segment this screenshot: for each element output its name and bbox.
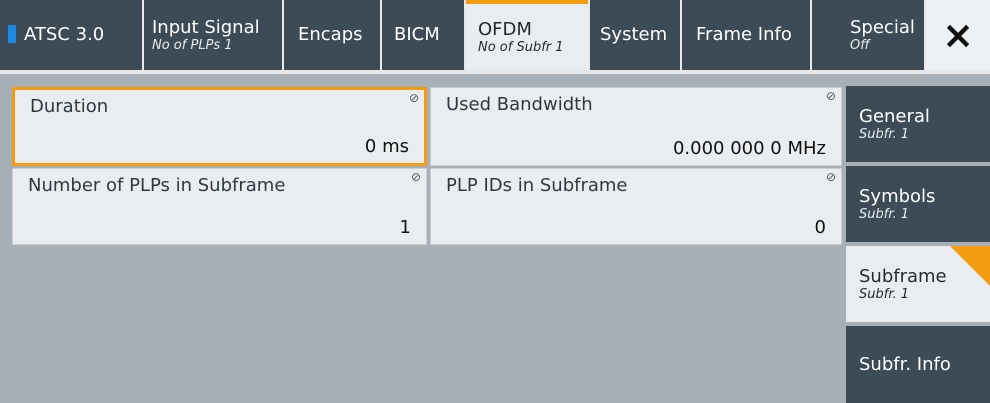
menu-subfr-info-label: Subfr. Info bbox=[859, 354, 951, 375]
menu-symbols-label: Symbols bbox=[859, 185, 936, 207]
duration-field[interactable]: Duration ⊘ 0 ms bbox=[12, 87, 427, 166]
used-bandwidth-value: 0.000 000 0 MHz bbox=[672, 138, 826, 159]
tab-encaps-label: Encaps bbox=[298, 24, 363, 45]
used-bandwidth-field[interactable]: Used Bandwidth ⊘ 0.000 000 0 MHz bbox=[430, 87, 842, 166]
readonly-icon: ⊘ bbox=[825, 89, 836, 103]
status-marker-icon bbox=[8, 25, 16, 43]
menu-symbols-sub: Subfr. 1 bbox=[859, 206, 910, 222]
readonly-icon: ⊘ bbox=[408, 91, 419, 105]
menu-symbols[interactable]: Symbols Subfr. 1 bbox=[846, 166, 990, 242]
tab-ofdm[interactable]: OFDM No of Subfr 1 bbox=[466, 0, 588, 70]
tab-ofdm-label: OFDM bbox=[478, 18, 532, 40]
num-plps-field[interactable]: Number of PLPs in Subframe ⊘ 1 bbox=[12, 168, 427, 245]
tab-input-signal-label: Input Signal bbox=[152, 16, 260, 38]
menu-subframe[interactable]: Subframe Subfr. 1 bbox=[846, 246, 990, 322]
tab-special-label: Special bbox=[850, 16, 915, 38]
tab-frame-info-label: Frame Info bbox=[696, 24, 792, 45]
duration-value: 0 ms bbox=[364, 136, 409, 157]
menu-subframe-sub: Subfr. 1 bbox=[859, 286, 910, 302]
tab-special[interactable]: Special Off bbox=[812, 0, 924, 70]
close-button[interactable]: × bbox=[926, 0, 990, 70]
menu-subfr-info[interactable]: Subfr. Info bbox=[846, 326, 990, 403]
duration-label: Duration bbox=[30, 96, 109, 117]
tab-bicm[interactable]: BICM bbox=[382, 0, 464, 70]
readonly-icon: ⊘ bbox=[410, 170, 421, 184]
tab-bicm-label: BICM bbox=[394, 24, 440, 45]
tab-encaps[interactable]: Encaps bbox=[284, 0, 380, 70]
menu-general-label: General bbox=[859, 105, 930, 127]
selected-corner-icon bbox=[950, 246, 990, 286]
tab-system-label: System bbox=[600, 24, 668, 45]
tab-ofdm-sub: No of Subfr 1 bbox=[478, 39, 564, 55]
tab-special-sub: Off bbox=[850, 37, 870, 53]
plp-ids-value: 0 bbox=[814, 217, 826, 238]
tab-system[interactable]: System bbox=[590, 0, 680, 70]
plp-ids-label: PLP IDs in Subframe bbox=[446, 175, 628, 196]
tab-atsc30[interactable]: ATSC 3.0 bbox=[0, 0, 142, 70]
tab-atsc30-label-row: ATSC 3.0 bbox=[8, 25, 134, 45]
tab-frame-info[interactable]: Frame Info bbox=[682, 0, 810, 70]
close-icon: × bbox=[942, 13, 974, 57]
num-plps-value: 1 bbox=[399, 217, 411, 238]
tab-bar: ATSC 3.0 Input Signal No of PLPs 1 Encap… bbox=[0, 0, 990, 74]
plp-ids-field[interactable]: PLP IDs in Subframe ⊘ 0 bbox=[430, 168, 842, 245]
readonly-icon: ⊘ bbox=[825, 170, 836, 184]
menu-general[interactable]: General Subfr. 1 bbox=[846, 86, 990, 162]
menu-general-sub: Subfr. 1 bbox=[859, 126, 910, 142]
tab-atsc30-label: ATSC 3.0 bbox=[24, 24, 105, 45]
num-plps-label: Number of PLPs in Subframe bbox=[28, 175, 286, 196]
tab-input-signal-sub: No of PLPs 1 bbox=[152, 37, 233, 53]
used-bandwidth-label: Used Bandwidth bbox=[446, 94, 593, 115]
tab-input-signal[interactable]: Input Signal No of PLPs 1 bbox=[144, 0, 282, 70]
